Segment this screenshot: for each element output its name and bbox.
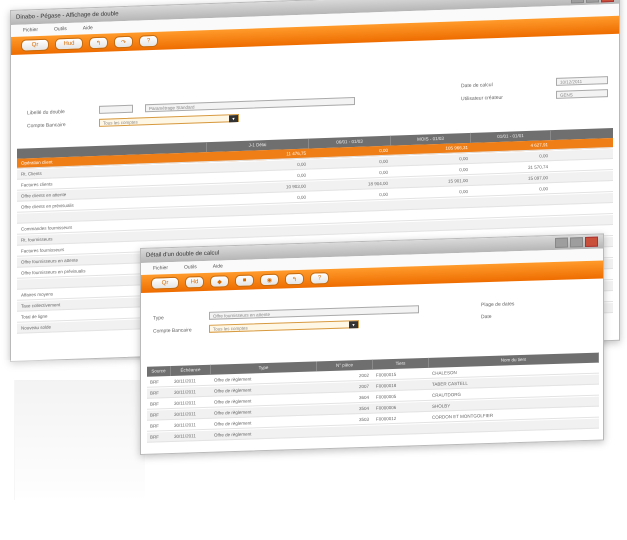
detail-cell: F0000018 — [376, 382, 397, 389]
detail-menu-outils[interactable]: Outils — [184, 264, 197, 270]
label-code: Libellé du double — [27, 109, 65, 117]
detail-menu-fichier[interactable]: Fichier — [153, 265, 168, 271]
detail-menu-aide[interactable]: Aide — [213, 263, 223, 269]
detail-label-compte: Compte Bancaire — [153, 327, 192, 335]
detail-cell: BRF — [150, 401, 159, 407]
close-button[interactable] — [601, 0, 614, 3]
detail-window: Détail d'un double de calcul Fichier Out… — [140, 233, 604, 455]
detail-cell: 3604 — [358, 394, 369, 401]
detail-cell — [376, 424, 428, 436]
detail-cell: 3503 — [358, 416, 369, 423]
detail-cell: BRF — [150, 412, 159, 418]
detail-compte-select-value: Tous les comptes — [213, 325, 248, 332]
detail-undo-icon[interactable]: ↰ — [285, 272, 304, 286]
detail-chevron-down-icon[interactable]: ▼ — [349, 321, 358, 329]
detail-cell — [320, 426, 372, 438]
detail-label-plage: Plage de dates — [481, 301, 515, 309]
detail-toolbar-button-1[interactable]: Qr — [151, 276, 179, 290]
redo-icon[interactable]: ↷ — [114, 35, 133, 49]
detail-col-source[interactable]: Source — [147, 366, 171, 377]
window-controls — [571, 0, 614, 4]
detail-cell: F0000012 — [376, 415, 397, 422]
detail-cell: Offre de règlement — [214, 431, 252, 438]
detail-compte-select[interactable]: Tous les comptes ▼ — [209, 320, 359, 333]
menu-fichier[interactable]: Fichier — [23, 27, 38, 34]
detail-col-piece[interactable]: N° pièce — [317, 359, 373, 372]
label-compte: Compte Bancaire — [27, 122, 66, 130]
code-description: Paramétrage Standard — [145, 96, 355, 113]
detail-cell: BRF — [150, 434, 159, 440]
detail-cell: F0000006 — [376, 404, 397, 411]
main-window-title: Dinabo - Pégase - Affichage de double — [16, 11, 119, 21]
detail-toolbar-button-2[interactable]: Hd — [185, 275, 204, 289]
target-icon[interactable]: ◉ — [260, 273, 279, 287]
minimize-button[interactable] — [571, 0, 584, 4]
detail-close-button[interactable] — [585, 236, 598, 248]
detail-cell: 30/11/2011 — [174, 411, 196, 417]
detail-cell: 30/11/2011 — [174, 389, 196, 395]
detail-cell: 30/11/2011 — [174, 433, 196, 439]
compte-select-value: Tous les comptes — [103, 119, 138, 126]
label-user: Utilisateur créateur — [461, 94, 503, 103]
undo-icon[interactable]: ↰ — [89, 36, 108, 50]
stop-icon[interactable]: ■ — [235, 274, 254, 288]
detail-cell: 2002 — [358, 372, 369, 379]
detail-label-date: Date — [481, 313, 492, 321]
detail-window-title: Détail d'un double de calcul — [146, 250, 220, 259]
detail-cell: BRF — [150, 423, 159, 429]
menu-aide[interactable]: Aide — [83, 25, 93, 31]
toolbar-button-1[interactable]: Qr — [21, 38, 49, 52]
detail-cell: 30/11/2011 — [174, 378, 196, 384]
toolbar-button-2[interactable]: Hud — [55, 37, 83, 51]
compte-select[interactable]: Tous les comptes ▼ — [99, 114, 239, 127]
detail-label-type: Type — [153, 315, 164, 322]
detail-col-tiers[interactable]: Tiers — [373, 357, 429, 370]
chevron-down-icon[interactable]: ▼ — [229, 115, 238, 123]
detail-cell: BRF — [150, 390, 159, 396]
detail-maximize-button[interactable] — [570, 237, 583, 248]
maximize-button[interactable] — [586, 0, 599, 3]
diamond-icon[interactable]: ◆ — [210, 275, 229, 288]
code-input[interactable] — [99, 104, 133, 114]
detail-cell: 30/11/2011 — [174, 400, 196, 406]
detail-help-icon[interactable]: ? — [310, 272, 329, 285]
detail-cell: 3504 — [358, 405, 369, 412]
detail-minimize-button[interactable] — [555, 237, 568, 248]
reflection-ghost — [14, 380, 145, 500]
help-icon[interactable]: ? — [139, 34, 158, 48]
menu-outils[interactable]: Outils — [54, 26, 67, 32]
user-field: GENS — [556, 89, 608, 99]
detail-cell: F0000015 — [376, 371, 397, 378]
detail-cell: 30/11/2011 — [174, 422, 196, 428]
detail-cell: F0000005 — [376, 393, 397, 400]
date-field[interactable]: 10/12/2011 — [556, 76, 608, 86]
detail-cell: BRF — [150, 379, 159, 385]
type-field: Offre fournisseurs en attente — [209, 305, 419, 320]
detail-window-controls — [555, 236, 598, 248]
label-date: Date de calcul — [461, 82, 493, 90]
detail-col-echeance[interactable]: Échéance — [171, 364, 211, 377]
detail-cell: 2007 — [358, 383, 369, 390]
